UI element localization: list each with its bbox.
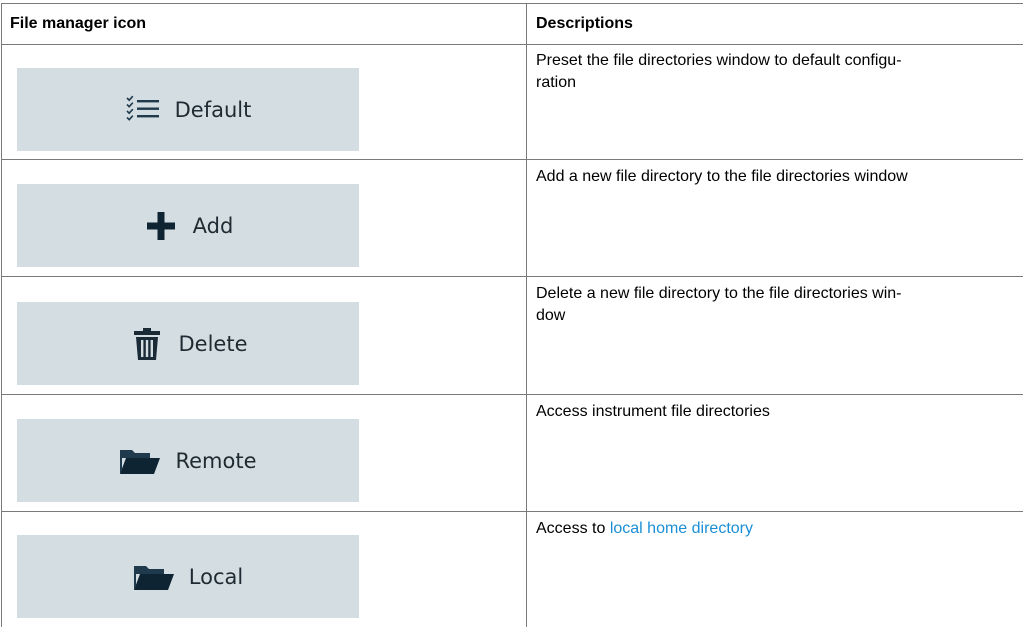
table-row-delete: Delete Delete a new file directory to th… [1, 277, 1023, 395]
description-remote: Access instrument file directories [536, 401, 1022, 423]
default-button-label: Default [174, 97, 252, 122]
description-line: Access instrument file directories [536, 403, 770, 420]
description-delete: Delete a new file directory to the file … [536, 283, 1022, 327]
remote-button[interactable]: Remote [17, 419, 359, 502]
table-row-default: Default Preset the file directories wind… [1, 44, 1023, 160]
checklist-icon [125, 92, 161, 128]
add-button[interactable]: Add [17, 184, 359, 267]
description-add: Add a new file directory to the file dir… [536, 166, 1022, 188]
plus-icon [143, 208, 179, 244]
local-button-label: Local [188, 564, 244, 589]
description-default: Preset the file directories window to de… [536, 50, 1022, 94]
local-button[interactable]: Local [17, 535, 359, 618]
default-button[interactable]: Default [17, 68, 359, 151]
description-line: Delete a new file directory to the file … [536, 285, 902, 302]
add-button-label: Add [192, 213, 234, 238]
description-line: Preset the file directories window to de… [536, 52, 902, 69]
header-file-manager-icon: File manager icon [10, 15, 147, 32]
description-line: dow [536, 307, 566, 324]
folder-open-icon [119, 443, 161, 479]
description-text: Access to [536, 520, 610, 537]
table-row-add: Add Add a new file directory to the file… [1, 160, 1023, 277]
folder-open-icon [133, 559, 175, 595]
delete-button[interactable]: Delete [17, 302, 359, 385]
delete-button-label: Delete [178, 331, 248, 356]
table-row-local: Local Access to local home directory [1, 512, 1023, 627]
table-header: File manager icon Descriptions [1, 3, 1023, 45]
remote-button-label: Remote [175, 448, 257, 473]
table-row-remote: Remote Access instrument file directorie… [1, 395, 1023, 512]
local-home-directory-link[interactable]: local home directory [610, 520, 753, 537]
file-manager-table: File manager icon Descriptions Default P… [1, 3, 1023, 627]
description-local: Access to local home directory [536, 518, 1022, 540]
header-descriptions: Descriptions [536, 15, 633, 32]
trash-icon [129, 326, 165, 362]
description-line: Add a new file directory to the file dir… [536, 168, 908, 185]
description-line: ration [536, 74, 577, 91]
